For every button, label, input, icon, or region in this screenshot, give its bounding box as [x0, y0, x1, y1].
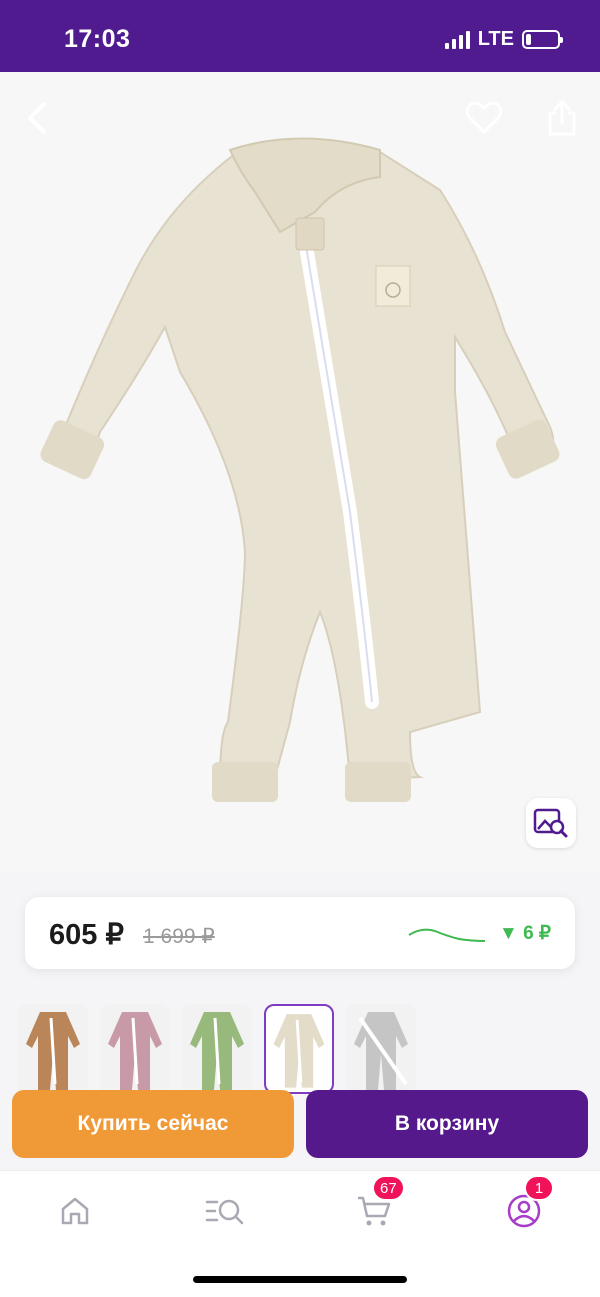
- variant-thumb-gray[interactable]: [346, 1004, 416, 1094]
- old-price: 1 699 ₽: [143, 925, 215, 948]
- tab-home[interactable]: [53, 1189, 97, 1233]
- product-image-gallery[interactable]: [0, 72, 600, 872]
- chevron-left-icon: [28, 102, 46, 134]
- price-card[interactable]: 605 ₽ 1 699 ₽ ▼ 6 ₽: [25, 897, 575, 969]
- price-trend-chart: [408, 928, 486, 942]
- status-bar: 17:03 LTE: [0, 0, 600, 72]
- battery-level: [526, 34, 531, 45]
- share-icon: [548, 100, 576, 136]
- network-label: LTE: [477, 28, 514, 50]
- current-price: 605 ₽: [49, 919, 124, 951]
- photo-search-button[interactable]: [526, 798, 576, 848]
- variant-thumb-brown[interactable]: [18, 1004, 88, 1094]
- catalog-search-icon: [205, 1199, 244, 1225]
- buy-now-button[interactable]: Купить сейчас: [12, 1090, 294, 1158]
- cart-badge: 67: [372, 1175, 405, 1201]
- image-search-icon: [533, 808, 568, 838]
- favorite-button[interactable]: [462, 96, 506, 140]
- variant-thumb-pink[interactable]: [100, 1004, 170, 1094]
- product-photo: [40, 137, 560, 802]
- add-to-cart-button[interactable]: В корзину: [306, 1090, 588, 1158]
- variant-thumb-beige[interactable]: [264, 1004, 334, 1094]
- status-indicators: LTE: [444, 28, 563, 51]
- home-icon: [61, 1197, 89, 1225]
- tab-catalog[interactable]: [203, 1189, 247, 1233]
- status-time: 17:03: [64, 25, 131, 53]
- battery-icon: [522, 30, 563, 49]
- heart-outline-icon: [465, 101, 503, 134]
- tab-cart[interactable]: 67: [352, 1175, 405, 1233]
- signal-icon: [444, 30, 470, 49]
- home-indicator: [193, 1276, 407, 1283]
- profile-badge: 1: [524, 1175, 554, 1201]
- price-change: ▼ 6 ₽: [499, 923, 552, 944]
- share-button[interactable]: [540, 96, 584, 140]
- back-button[interactable]: [16, 96, 60, 140]
- variant-thumb-green[interactable]: [182, 1004, 252, 1094]
- tab-profile[interactable]: 1: [502, 1175, 554, 1233]
